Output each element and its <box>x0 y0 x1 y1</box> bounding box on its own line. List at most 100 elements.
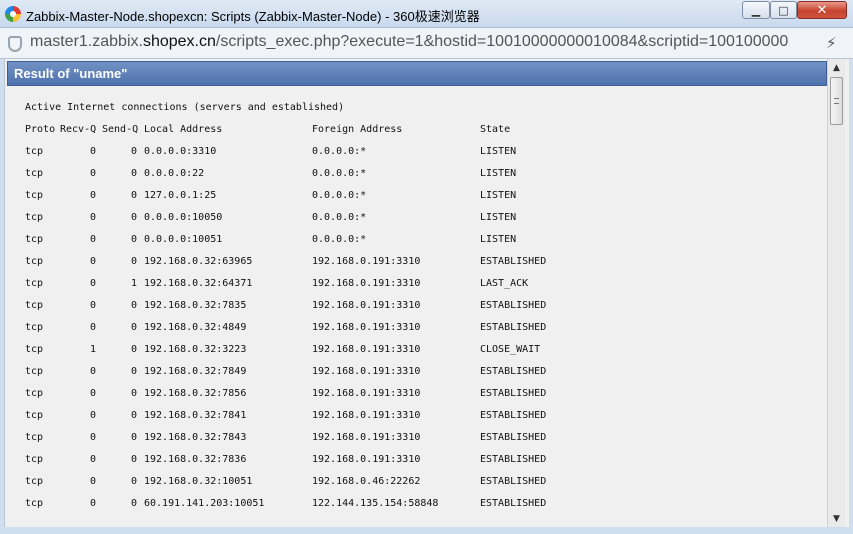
output-row: tcp 0 0 0.0.0.0:10050 0.0.0.0:* LISTEN <box>25 207 825 229</box>
result-header: Result of "uname" <box>7 61 827 86</box>
output-cell-local: 192.168.0.32:7856 <box>144 388 247 399</box>
output-cell-foreign: 0.0.0.0:* <box>312 168 367 179</box>
output-row: tcp 0 0 127.0.0.1:25 0.0.0.0:* LISTEN <box>25 185 825 207</box>
output-cell-send: 0 <box>131 234 138 245</box>
output-cell-state: ESTABLISHED <box>480 476 547 487</box>
output-cell-proto: tcp <box>25 190 44 201</box>
output-cell-send: 0 <box>131 146 138 157</box>
output-cell-local: 0.0.0.0:10050 <box>144 212 223 223</box>
output-cell-local: 192.168.0.32:63965 <box>144 256 253 267</box>
output-cell-send: 0 <box>131 190 138 201</box>
output-cell-local: 60.191.141.203:10051 <box>144 498 265 509</box>
header-state: State <box>480 124 511 135</box>
output-cell-foreign: 192.168.0.191:3310 <box>312 278 421 289</box>
output-cell-foreign: 192.168.0.191:3310 <box>312 344 421 355</box>
output-row: tcp 0 0 192.168.0.32:7843 192.168.0.191:3310… <box>25 427 825 449</box>
output-cell-foreign: 192.168.0.191:3310 <box>312 322 421 333</box>
output-cell-local: 192.168.0.32:64371 <box>144 278 253 289</box>
output-cell-foreign: 192.168.0.191:3310 <box>312 388 421 399</box>
url-host: shopex.cn <box>142 33 216 50</box>
output-cell-send: 0 <box>131 388 138 399</box>
output-row: tcp 0 0 60.191.141.203:10051 122.144.135.154… <box>25 493 825 515</box>
output-cell-recv: 0 <box>90 146 97 157</box>
window-title: Zabbix-Master-Node.shopexcn: Scripts (Za… <box>26 9 480 24</box>
output-cell-state: ESTABLISHED <box>480 410 547 421</box>
minimize-button[interactable]: ▁ <box>742 1 770 19</box>
output-cell-proto: tcp <box>25 498 44 509</box>
output-cell-proto: tcp <box>25 344 44 355</box>
output-cell-proto: tcp <box>25 234 44 245</box>
output-row: tcp 0 0 0.0.0.0:22 0.0.0.0:* LISTEN <box>25 163 825 185</box>
output-cell-local: 0.0.0.0:22 <box>144 168 205 179</box>
output-cell-recv: 0 <box>90 410 97 421</box>
output-cell-proto: tcp <box>25 476 44 487</box>
output-cell-send: 0 <box>131 344 138 355</box>
close-button[interactable]: ✕ <box>797 1 847 19</box>
output-cell-local: 192.168.0.32:10051 <box>144 476 253 487</box>
output-cell-send: 0 <box>131 212 138 223</box>
output-cell-send: 0 <box>131 410 138 421</box>
output-cell-local: 192.168.0.32:7835 <box>144 300 247 311</box>
command-output: Active Internet connections (servers and… <box>25 97 825 515</box>
output-cell-send: 0 <box>131 300 138 311</box>
output-cell-state: ESTABLISHED <box>480 498 547 509</box>
output-cell-foreign: 0.0.0.0:* <box>312 212 367 223</box>
output-cell-proto: tcp <box>25 410 44 421</box>
output-cell-state: LISTEN <box>480 212 517 223</box>
output-cell-recv: 0 <box>90 168 97 179</box>
output-cell-proto: tcp <box>25 278 44 289</box>
output-cell-local: 192.168.0.32:7841 <box>144 410 247 421</box>
url-path: /scripts_exec.php?execute=1&hostid=10010… <box>215 33 789 50</box>
scroll-up-icon[interactable]: ▲ <box>828 59 845 76</box>
output-cell-send: 0 <box>131 432 138 443</box>
output-cell-proto: tcp <box>25 212 44 223</box>
output-cell-local: 192.168.0.32:7849 <box>144 366 247 377</box>
window-bottom-border <box>0 527 853 534</box>
output-cell-foreign: 122.144.135.154:58848 <box>312 498 439 509</box>
output-cell-recv: 0 <box>90 432 97 443</box>
output-cell-foreign: 192.168.0.191:3310 <box>312 410 421 421</box>
output-row: tcp 0 0 192.168.0.32:7841 192.168.0.191:3310… <box>25 405 825 427</box>
output-cell-recv: 0 <box>90 498 97 509</box>
output-cell-recv: 0 <box>90 388 97 399</box>
output-cell-local: 127.0.0.1:25 <box>144 190 217 201</box>
scroll-down-icon[interactable]: ▼ <box>828 510 845 527</box>
scrollbar-thumb[interactable] <box>830 77 843 125</box>
output-cell-local: 192.168.0.32:7843 <box>144 432 247 443</box>
output-cell-send: 0 <box>131 498 138 509</box>
output-row: tcp 0 0 192.168.0.32:7835 192.168.0.191:3310… <box>25 295 825 317</box>
output-cell-state: ESTABLISHED <box>480 388 547 399</box>
maximize-button[interactable]: □ <box>770 1 797 19</box>
url-field[interactable]: master1.zabbix.shopex.cn/scripts_exec.ph… <box>30 33 788 51</box>
output-cell-local: 192.168.0.32:7836 <box>144 454 247 465</box>
output-cell-proto: tcp <box>25 388 44 399</box>
address-bar[interactable]: master1.zabbix.shopex.cn/scripts_exec.ph… <box>0 28 853 59</box>
output-row: tcp 0 0 0.0.0.0:3310 0.0.0.0:* LISTEN <box>25 141 825 163</box>
header-local: Local Address <box>144 124 223 135</box>
output-row: tcp 0 0 192.168.0.32:63965 192.168.0.191:331… <box>25 251 825 273</box>
output-cell-foreign: 0.0.0.0:* <box>312 190 367 201</box>
output-cell-state: LISTEN <box>480 234 517 245</box>
output-cell-recv: 0 <box>90 322 97 333</box>
output-cell-proto: tcp <box>25 256 44 267</box>
output-cell-state: ESTABLISHED <box>480 300 547 311</box>
output-cell-proto: tcp <box>25 454 44 465</box>
output-cell-state: ESTABLISHED <box>480 256 547 267</box>
shield-icon[interactable] <box>8 36 22 52</box>
header-proto: Proto <box>25 124 56 135</box>
output-intro: Active Internet connections (servers and… <box>25 102 345 113</box>
browser-app-icon <box>5 6 21 22</box>
output-cell-recv: 0 <box>90 190 97 201</box>
output-cell-proto: tcp <box>25 322 44 333</box>
output-cell-state: ESTABLISHED <box>480 366 547 377</box>
output-cell-send: 0 <box>131 256 138 267</box>
window-titlebar: Zabbix-Master-Node.shopexcn: Scripts (Za… <box>0 0 853 28</box>
output-cell-state: ESTABLISHED <box>480 454 547 465</box>
output-cell-recv: 0 <box>90 454 97 465</box>
vertical-scrollbar[interactable]: ▲ ▼ <box>827 59 845 527</box>
output-header-row: Proto Recv-Q Send-Q Local Address Foreig… <box>25 119 825 141</box>
content-area: Result of "uname" Active Internet connec… <box>4 59 849 527</box>
lightning-icon[interactable]: ⚡ <box>826 34 837 52</box>
header-foreign: Foreign Address <box>312 124 403 135</box>
output-cell-send: 1 <box>131 278 138 289</box>
